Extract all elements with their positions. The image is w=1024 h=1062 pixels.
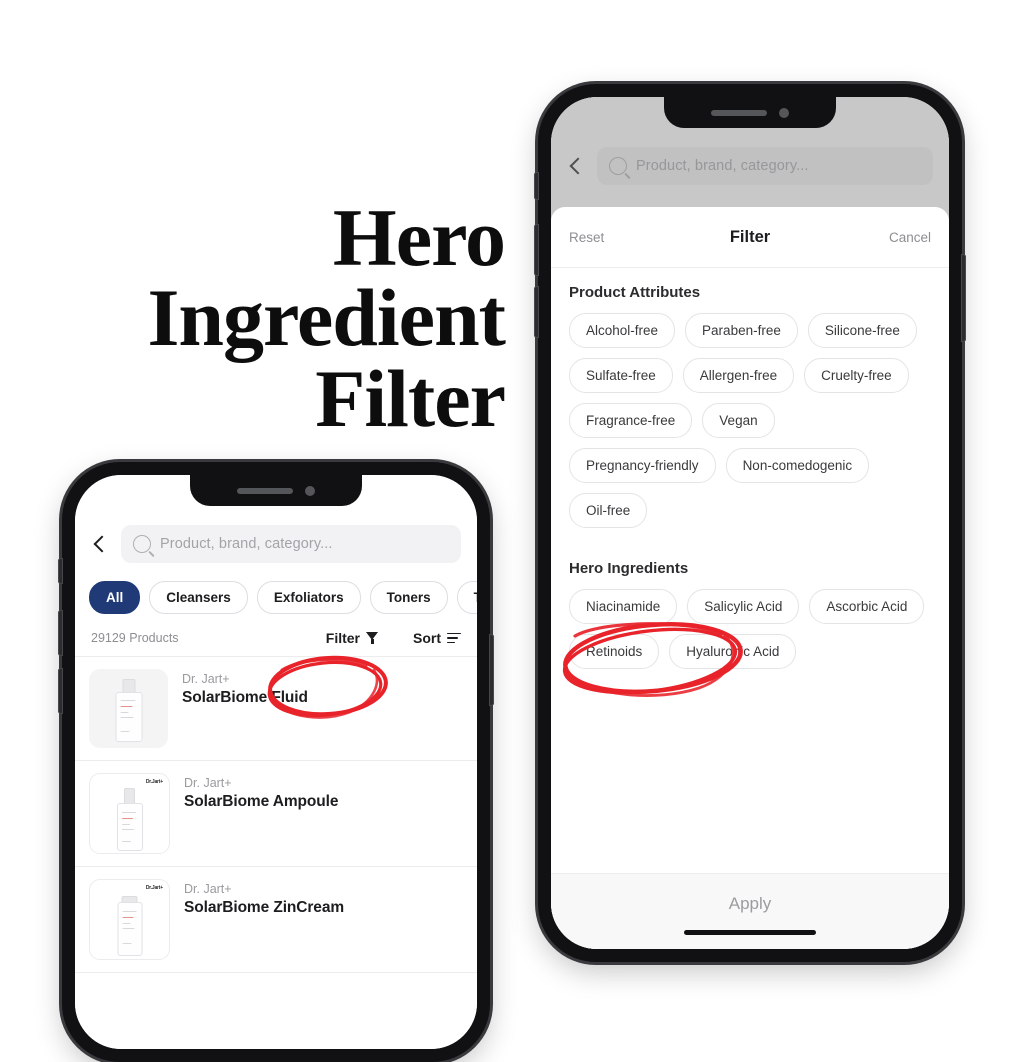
cancel-button[interactable]: Cancel — [867, 230, 931, 245]
results-toolbar: 29129 Products Filter Sort — [75, 624, 477, 657]
chip-oil-free[interactable]: Oil-free — [569, 493, 648, 528]
earpiece-speaker — [711, 109, 767, 116]
category-pill-treatments[interactable]: Tr — [456, 581, 477, 614]
product-name: SolarBiome Ampoule — [184, 793, 339, 810]
search-icon — [133, 535, 151, 553]
search-input[interactable]: Product, brand, category... — [121, 525, 461, 563]
funnel-icon — [366, 632, 379, 644]
apply-bar: Apply — [551, 873, 949, 949]
chip-fragrance-free[interactable]: Fragrance-free — [569, 403, 693, 438]
volume-down-button[interactable] — [534, 286, 539, 338]
chip-paraben-free[interactable]: Paraben-free — [685, 313, 798, 348]
front-camera-icon — [305, 485, 315, 496]
category-pill-all[interactable]: All — [89, 581, 141, 614]
chip-niacinamide[interactable]: Niacinamide — [569, 589, 678, 624]
silent-switch[interactable] — [534, 172, 539, 200]
filter-button[interactable]: Filter — [326, 630, 379, 646]
volume-up-button[interactable] — [534, 224, 539, 276]
filter-phone-frame: Product, brand, category... Reset Filter… — [534, 84, 966, 962]
home-indicator — [684, 930, 816, 935]
product-attributes-chip-group: Alcohol-free Paraben-free Silicone-free … — [569, 313, 931, 528]
search-row: Product, brand, category... — [75, 517, 477, 575]
chip-hyaluronic-acid[interactable]: Hyaluronic Acid — [669, 634, 797, 669]
page-title: Hero Ingredient Filter — [40, 192, 506, 444]
apply-button[interactable]: Apply — [551, 894, 949, 914]
section-title-hero-ingredients: Hero Ingredients — [569, 560, 689, 577]
filter-sheet-body: Product Attributes Alcohol-free Paraben-… — [551, 268, 949, 873]
filter-sheet-title: Filter — [729, 227, 771, 246]
sort-button[interactable]: Sort — [413, 630, 461, 646]
power-button[interactable] — [961, 254, 966, 342]
filter-button-label: Filter — [325, 630, 360, 646]
product-thumbnail: Dr.Jart+ — [89, 879, 170, 960]
product-count: 29129 Products — [91, 631, 179, 645]
sort-button-label: Sort — [413, 630, 441, 646]
chip-salicylic-acid[interactable]: Salicylic Acid — [687, 589, 800, 624]
notch — [664, 97, 836, 128]
chip-cruelty-free[interactable]: Cruelty-free — [804, 358, 909, 393]
chip-vegan[interactable]: Vegan — [702, 403, 775, 438]
hero-ingredients-chip-group: Niacinamide Salicylic Acid Ascorbic Acid… — [569, 589, 931, 669]
thumbnail-brandmark: Dr.Jart+ — [145, 779, 163, 785]
thumbnail-brandmark: Dr.Jart+ — [145, 885, 163, 891]
chevron-left-icon[interactable] — [89, 533, 111, 555]
product-brand: Dr. Jart+ — [184, 776, 232, 790]
page-title-line-1: Hero — [332, 192, 506, 283]
chip-retinoids[interactable]: Retinoids — [569, 634, 660, 669]
product-name: SolarBiome Fluid — [182, 689, 308, 706]
search-placeholder: Product, brand, category... — [160, 536, 333, 552]
product-name: SolarBiome ZinCream — [184, 899, 345, 916]
filter-sheet-header: Reset Filter Cancel — [551, 207, 949, 268]
page-title-line-2: Ingredient — [147, 272, 506, 364]
chip-allergen-free[interactable]: Allergen-free — [682, 358, 795, 393]
chip-sulfate-free[interactable]: Sulfate-free — [569, 358, 673, 393]
volume-down-button[interactable] — [58, 668, 63, 714]
chip-alcohol-free[interactable]: Alcohol-free — [569, 313, 676, 348]
product-thumbnail: Dr.Jart+ — [89, 773, 170, 854]
chip-non-comedogenic[interactable]: Non-comedogenic — [725, 448, 870, 483]
product-brand: Dr. Jart+ — [184, 882, 232, 896]
product-info: Dr. Jart+ SolarBiome ZinCream — [184, 879, 344, 917]
notch — [190, 475, 362, 506]
product-brand: Dr. Jart+ — [182, 672, 230, 686]
sort-lines-icon — [447, 632, 461, 644]
category-pill-toners[interactable]: Toners — [369, 581, 448, 614]
chip-ascorbic-acid[interactable]: Ascorbic Acid — [809, 589, 925, 624]
front-camera-icon — [779, 107, 789, 118]
product-list-item[interactable]: Dr.Jart+ Dr. Jart+ SolarBi — [75, 867, 477, 973]
page-title-line-3: Filter — [315, 352, 506, 444]
category-pill-exfoliators[interactable]: Exfoliators — [256, 581, 361, 614]
chip-silicone-free[interactable]: Silicone-free — [807, 313, 917, 348]
product-list-item[interactable]: Dr.Jart+ Dr. Jart+ SolarBi — [75, 761, 477, 867]
browse-phone-screen: Product, brand, category... All Cleanser… — [75, 475, 477, 1049]
filter-screen: Product, brand, category... Reset Filter… — [551, 97, 949, 949]
section-title-product-attributes: Product Attributes — [569, 284, 701, 301]
power-button[interactable] — [489, 634, 494, 706]
browse-phone-frame: Product, brand, category... All Cleanser… — [58, 462, 494, 1062]
earpiece-speaker — [237, 487, 293, 494]
silent-switch[interactable] — [58, 558, 63, 584]
product-thumbnail — [89, 669, 168, 748]
reset-button[interactable]: Reset — [569, 230, 633, 245]
product-info: Dr. Jart+ SolarBiome Fluid — [182, 669, 308, 707]
filter-sheet: Reset Filter Cancel Product Attributes A… — [551, 207, 949, 949]
product-info: Dr. Jart+ SolarBiome Ampoule — [184, 773, 338, 811]
filter-phone-screen: Product, brand, category... Reset Filter… — [551, 97, 949, 949]
volume-up-button[interactable] — [58, 610, 63, 656]
product-list-item[interactable]: Dr. Jart+ SolarBiome Fluid — [75, 657, 477, 761]
category-pill-cleansers[interactable]: Cleansers — [149, 581, 248, 614]
chip-pregnancy-friendly[interactable]: Pregnancy-friendly — [569, 448, 716, 483]
category-filter-row[interactable]: All Cleansers Exfoliators Toners Tr — [75, 575, 477, 624]
browse-screen: Product, brand, category... All Cleanser… — [75, 475, 477, 1049]
